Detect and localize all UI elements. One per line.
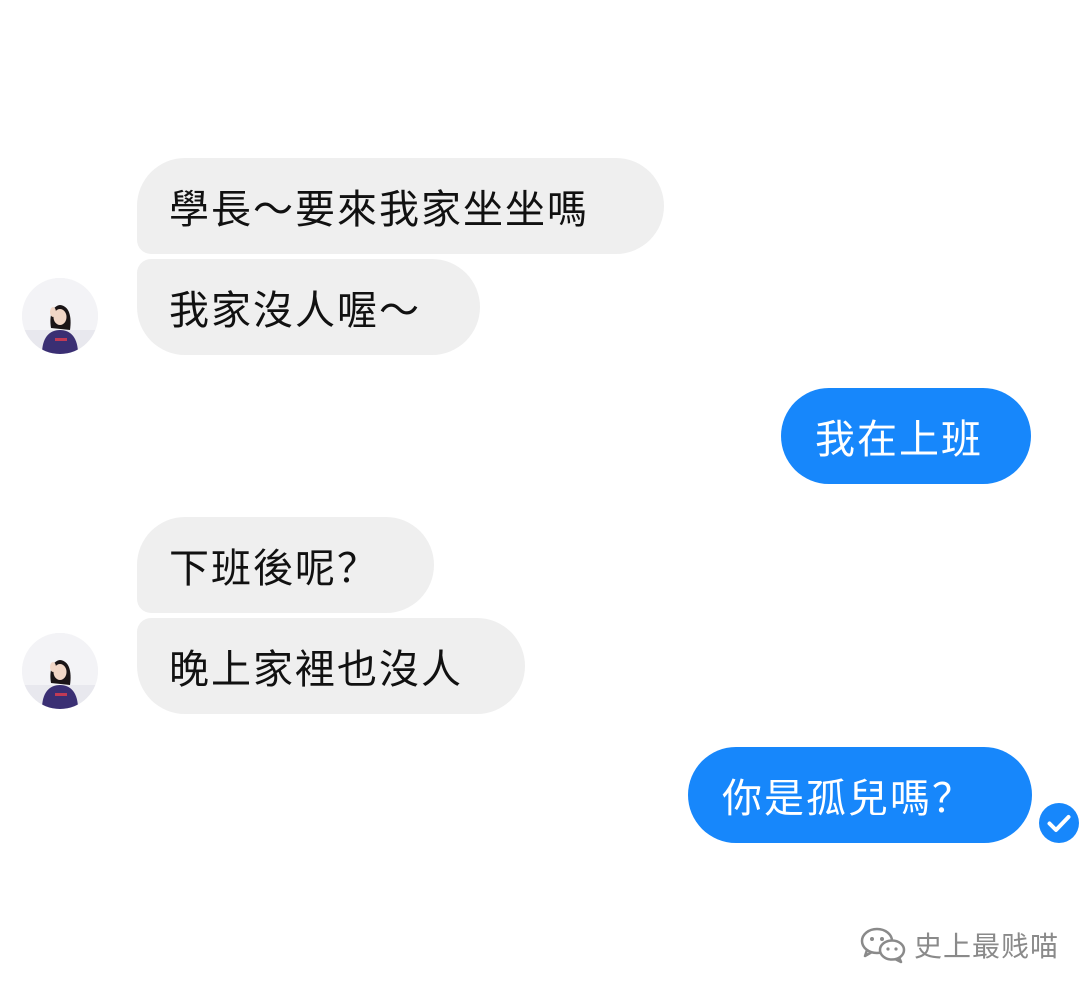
incoming-message-bubble[interactable]: 學長～要來我家坐坐嗎	[137, 158, 664, 254]
watermark-text: 史上最贱喵	[914, 930, 1060, 963]
avatar-image	[22, 278, 98, 354]
message-text: 晚上家裡也沒人	[169, 647, 463, 693]
incoming-message-bubble[interactable]: 晚上家裡也沒人	[137, 618, 525, 714]
contact-avatar[interactable]	[22, 633, 98, 709]
incoming-message-bubble[interactable]: 我家沒人喔～	[137, 259, 480, 355]
avatar-image	[22, 633, 98, 709]
watermark: 史上最贱喵	[858, 925, 1059, 965]
message-text: 下班後呢？	[169, 546, 379, 592]
message-text: 我家沒人喔～	[169, 288, 421, 334]
contact-avatar[interactable]	[22, 278, 98, 354]
wechat-logo-icon	[860, 927, 906, 964]
message-text: 學長～要來我家坐坐嗎	[169, 187, 589, 233]
outgoing-message-bubble[interactable]: 我在上班	[781, 388, 1031, 484]
message-text: 你是孤兒嗎？	[722, 776, 974, 822]
outgoing-message-bubble[interactable]: 你是孤兒嗎？	[688, 747, 1032, 843]
check-circle-icon	[1038, 802, 1080, 844]
message-text: 我在上班	[815, 417, 983, 463]
incoming-message-bubble[interactable]: 下班後呢？	[137, 517, 434, 613]
